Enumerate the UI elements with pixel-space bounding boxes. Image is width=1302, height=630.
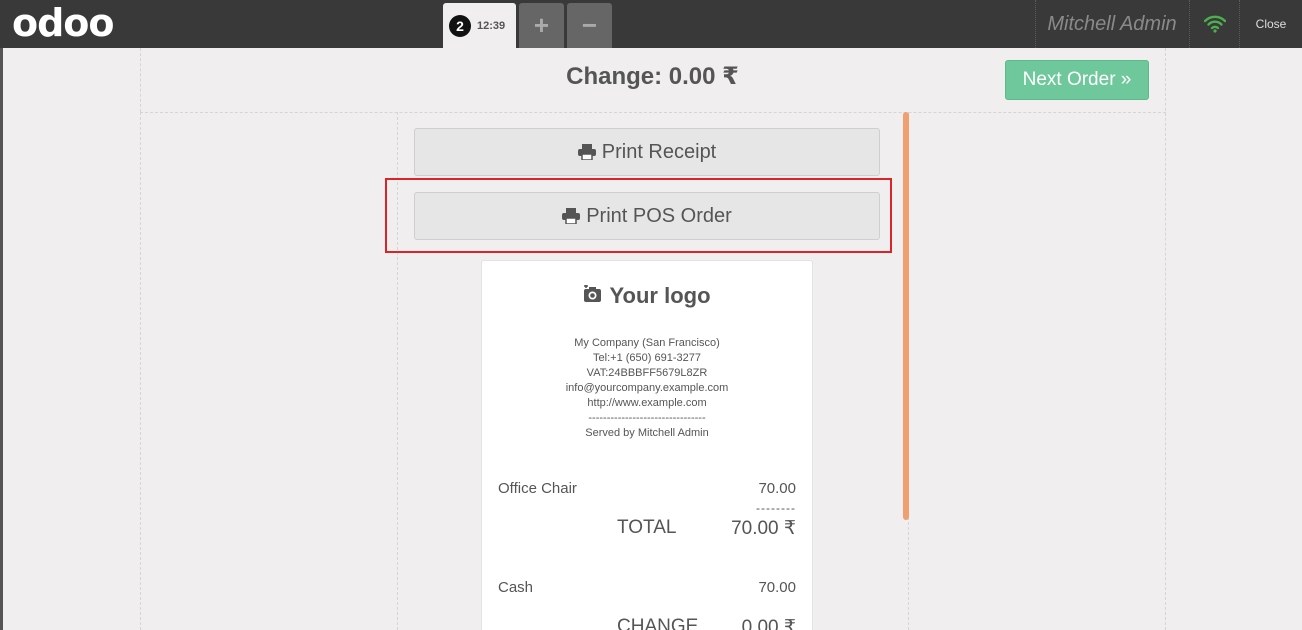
change-label: CHANGE (617, 616, 699, 630)
change-amount: Change: 0.00 ₹ (566, 63, 739, 90)
company-email: info@yourcompany.example.com (565, 382, 729, 394)
print-receipt-label: Print Receipt (601, 140, 717, 163)
payment-method: Cash (498, 579, 534, 596)
company-phone: Tel:+1 (650) 691-3277 (593, 352, 701, 364)
receipt: Your logo My Company (San Francisco) Tel… (481, 260, 813, 630)
highlight-box (385, 178, 892, 253)
order-number-badge: 2 (449, 14, 471, 37)
divider (140, 48, 141, 112)
company-website: http://www.example.com (587, 397, 707, 409)
printer-icon (577, 144, 596, 160)
close-button[interactable]: Close (1240, 0, 1302, 48)
camera-icon (583, 283, 603, 308)
scrollbar[interactable] (903, 112, 909, 520)
next-order-button[interactable]: Next Order » (1005, 60, 1149, 100)
divider (140, 112, 141, 630)
company-vat: VAT:24BBBFF5679L8ZR (586, 367, 708, 379)
receipt-logo-text: Your logo (609, 283, 711, 308)
order-tab[interactable]: 2 12:39 (443, 3, 516, 48)
total-label: TOTAL (617, 517, 677, 538)
add-order-button[interactable]: + (519, 3, 564, 48)
line-product-name: Office Chair (498, 480, 577, 497)
receipt-logo: Your logo (482, 283, 812, 309)
remove-order-button[interactable]: − (567, 3, 612, 48)
payment-amount: 70.00 (758, 579, 796, 596)
print-receipt-button[interactable]: Print Receipt (414, 128, 880, 176)
change-value: 0.00 ₹ (741, 617, 796, 630)
company-name: My Company (San Francisco) (574, 337, 720, 349)
wifi-icon (1190, 0, 1240, 48)
total-value: 70.00 ₹ (731, 518, 796, 539)
header-divider (140, 112, 1166, 113)
receipt-divider: -------------------------------- (588, 412, 706, 424)
company-info: My Company (San Francisco) Tel:+1 (650) … (482, 336, 812, 441)
cashier-name[interactable]: Mitchell Admin (1036, 0, 1188, 48)
served-by: Served by Mitchell Admin (585, 427, 709, 439)
odoo-logo: odoo (12, 1, 115, 45)
order-time: 12:39 (477, 19, 506, 32)
topbar: odoo 2 12:39 + − Mitchell Admin Close (0, 0, 1302, 48)
subtotal-dashes: -------- (756, 501, 796, 515)
left-edge (0, 48, 3, 630)
line-price: 70.00 (758, 480, 796, 497)
divider (1165, 48, 1166, 630)
